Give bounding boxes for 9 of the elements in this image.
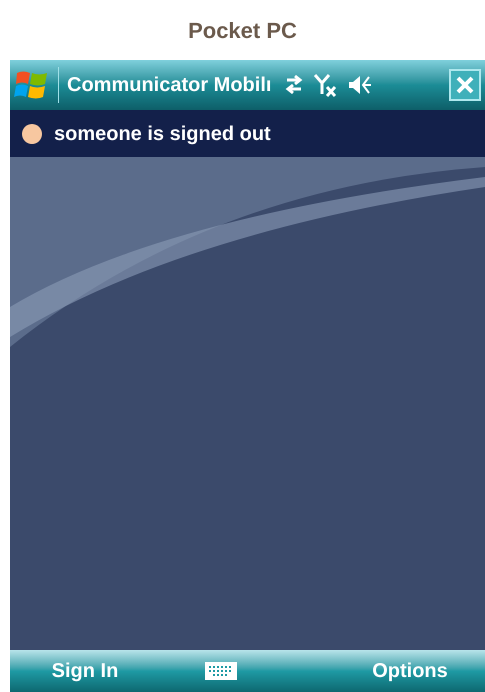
close-icon	[456, 76, 474, 94]
speaker-icon[interactable]	[347, 73, 374, 97]
window-title: Communicator Mobilı	[67, 73, 272, 98]
close-button[interactable]	[449, 69, 481, 101]
status-text: someone is signed out	[54, 122, 271, 146]
keyboard-icon[interactable]	[204, 661, 238, 681]
sign-in-softkey[interactable]: Sign In	[10, 656, 160, 686]
caption: Pocket PC	[188, 16, 297, 44]
options-softkey[interactable]: Options	[335, 656, 485, 686]
